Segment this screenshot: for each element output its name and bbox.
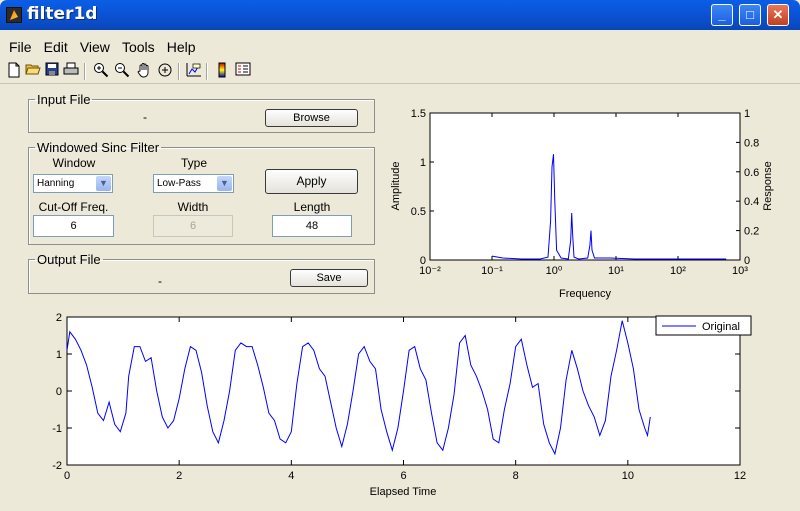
y-tick-label: 0 (420, 255, 426, 267)
y2-tick-label: 1 (744, 108, 750, 120)
x-tick-label: 8 (513, 470, 519, 482)
toolbar (0, 60, 800, 84)
width-label: Width (177, 200, 209, 214)
window-label: Window (52, 156, 96, 170)
length-label: Length (293, 200, 331, 214)
output-file-legend: Output File (37, 252, 101, 267)
toolbar-separator (84, 63, 86, 80)
y-tick-label: -2 (52, 460, 62, 472)
y2-tick-label: 0 (744, 255, 750, 267)
toolbar-separator (178, 63, 180, 80)
frequency-y2label: Response (762, 161, 774, 211)
save-button[interactable]: Save (290, 269, 368, 287)
chevron-down-icon[interactable]: ▼ (217, 176, 232, 191)
menu-bar: File Edit View Tools Help (0, 36, 800, 58)
input-file-name: - (143, 110, 147, 124)
x-tick-label: 2 (176, 470, 182, 482)
new-file-icon[interactable] (5, 62, 23, 80)
y-tick-label: 1 (420, 157, 426, 169)
x-tick-label: 12 (734, 470, 746, 482)
toolbar-separator (206, 63, 208, 80)
window-title: filter1d (27, 4, 98, 24)
type-label: Type (180, 156, 207, 170)
legend-entry-original: Original (702, 321, 740, 333)
y-tick-label: 0.5 (411, 206, 426, 218)
y2-tick-label: 0.2 (744, 226, 759, 238)
close-button[interactable]: ✕ (767, 4, 789, 26)
y-tick-label: 1.5 (411, 108, 426, 120)
menu-help[interactable]: Help (167, 36, 196, 58)
menu-view[interactable]: View (80, 36, 110, 58)
menu-tools[interactable]: Tools (122, 36, 155, 58)
zoom-in-icon[interactable] (92, 62, 110, 80)
length-field[interactable]: 48 (272, 215, 352, 237)
x-tick-label: 6 (400, 470, 406, 482)
title-bar[interactable]: filter1d _ □ ✕ (0, 0, 800, 30)
y-tick-label: 2 (56, 312, 62, 324)
frequency-chart[interactable]: 10⁻² 10⁻¹ 10⁰ 10¹ 10² 10³ 00.511.5 00.20.40.6… (385, 105, 780, 305)
x-tick-label: 10 (622, 470, 634, 482)
y-tick-label: 1 (56, 349, 62, 361)
x-tick-label: 10⁻¹ (481, 265, 503, 277)
menu-edit[interactable]: Edit (44, 36, 68, 58)
print-icon[interactable] (62, 62, 80, 80)
maximize-button[interactable]: □ (739, 4, 761, 26)
window-select[interactable]: Hanning ▼ (33, 174, 113, 193)
cutoff-label: Cut-Off Freq. (38, 200, 109, 214)
frequency-plot-area (429, 112, 741, 261)
x-tick-label: 10⁰ (546, 265, 563, 277)
open-folder-icon[interactable] (24, 62, 42, 80)
y2-tick-label: 0.6 (744, 167, 759, 179)
legend-icon[interactable] (234, 62, 252, 80)
y-tick-label: -1 (52, 423, 62, 435)
zoom-out-icon[interactable] (113, 62, 131, 80)
matlab-icon (6, 7, 22, 23)
minimize-button[interactable]: _ (711, 4, 733, 26)
y2-tick-label: 0.8 (744, 137, 759, 149)
window-select-value: Hanning (37, 178, 75, 189)
frequency-ylabel: Amplitude (390, 162, 402, 211)
menu-file[interactable]: File (9, 36, 32, 58)
apply-button[interactable]: Apply (265, 169, 358, 194)
colorbar-icon[interactable] (213, 62, 231, 80)
input-file-legend: Input File (37, 92, 91, 107)
time-xlabel: Elapsed Time (370, 486, 437, 498)
y-tick-label: 0 (56, 386, 62, 398)
filter-legend: Windowed Sinc Filter (37, 140, 160, 155)
type-select[interactable]: Low-Pass ▼ (153, 174, 234, 193)
output-file-name: - (158, 274, 162, 288)
x-tick-label: 10¹ (608, 265, 624, 277)
width-field: 6 (153, 215, 233, 237)
y2-tick-label: 0.4 (744, 196, 759, 208)
save-icon[interactable] (43, 62, 61, 80)
pan-hand-icon[interactable] (135, 62, 153, 80)
x-tick-label: 10² (670, 265, 686, 277)
cutoff-field[interactable]: 6 (33, 215, 114, 237)
frequency-xlabel: Frequency (559, 288, 611, 300)
chevron-down-icon[interactable]: ▼ (96, 176, 111, 191)
x-tick-label: 4 (288, 470, 294, 482)
rotate-3d-icon[interactable] (156, 62, 174, 80)
time-legend[interactable]: Original (655, 315, 752, 336)
data-cursor-icon[interactable] (185, 62, 203, 80)
time-series-chart[interactable]: 0 2 4 6 8 10 12 -2-1012 Original Elapsed Time (30, 305, 780, 505)
type-select-value: Low-Pass (157, 178, 201, 189)
x-tick-label: 0 (64, 470, 70, 482)
browse-button[interactable]: Browse (265, 109, 358, 127)
